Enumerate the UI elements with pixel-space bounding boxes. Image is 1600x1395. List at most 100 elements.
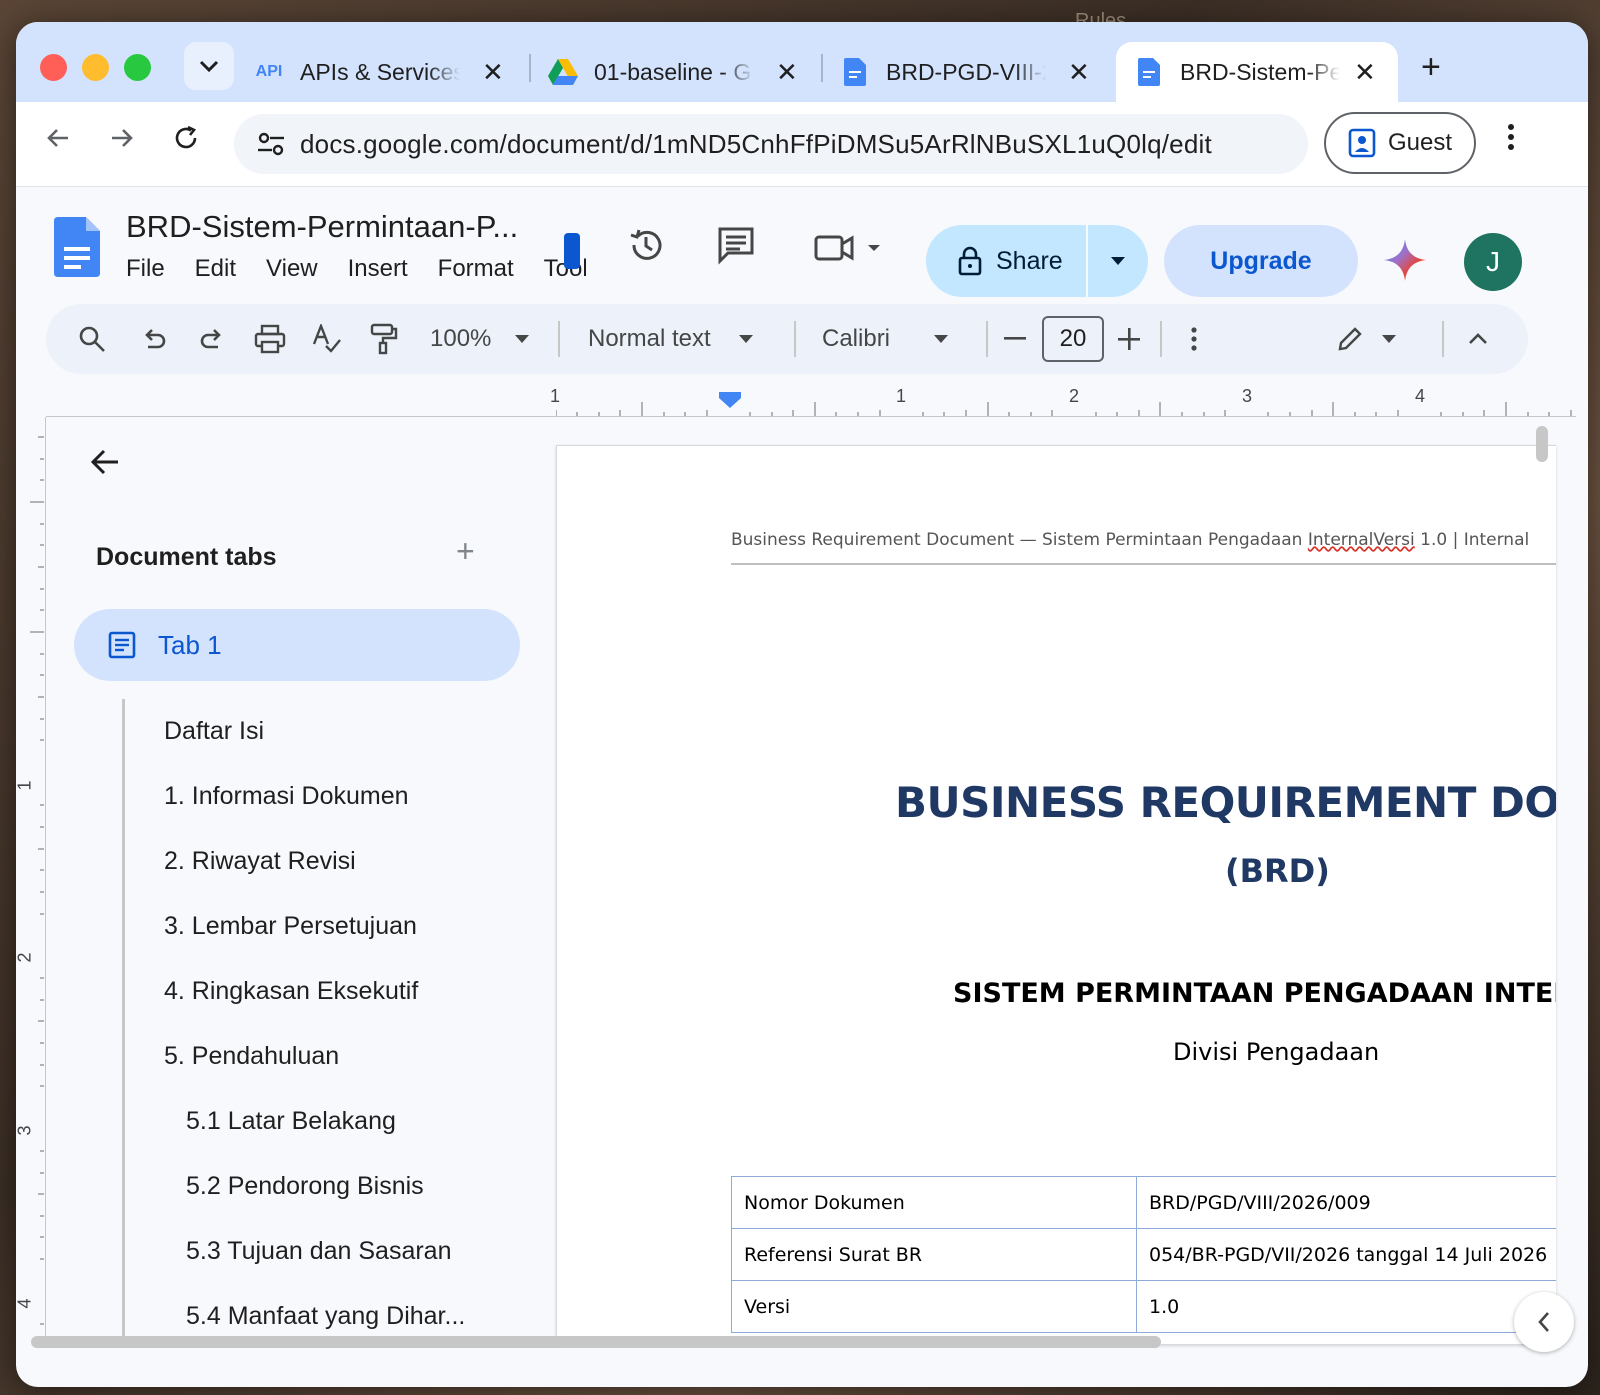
pencil-icon (1338, 327, 1362, 351)
share-button[interactable]: Share (926, 225, 1148, 297)
site-settings-icon[interactable] (242, 131, 300, 157)
font-size-input[interactable]: 20 (1042, 316, 1104, 362)
lock-icon (958, 246, 982, 276)
browser-tab-brd-sistem[interactable]: BRD-Sistem-Pe ✕ (1116, 42, 1398, 102)
caret-down-icon (515, 335, 530, 343)
outline-item[interactable]: 4. Ringkasan Eksekutif (164, 977, 418, 1006)
caret-down-icon (1382, 335, 1396, 343)
document-title[interactable]: BRD-Sistem-Permintaan-P... (126, 209, 546, 245)
print-button[interactable] (254, 304, 286, 374)
account-avatar[interactable]: J (1464, 233, 1522, 291)
decrease-font-size-button[interactable] (1004, 304, 1026, 374)
browser-tab-drive[interactable]: 01-baseline - G ✕ (548, 42, 798, 102)
search-menus-button[interactable] (78, 304, 106, 374)
menu-file[interactable]: File (126, 255, 165, 283)
document-info-table: Nomor Dokumen BRD/PGD/VIII/2026/009 Refe… (731, 1176, 1556, 1333)
google-docs-icon (840, 57, 870, 87)
menu-insert[interactable]: Insert (348, 255, 408, 283)
ruler-number: 2 (1069, 386, 1080, 406)
close-tab-icon[interactable]: ✕ (1354, 57, 1376, 88)
tab-search-button[interactable] (184, 42, 234, 90)
close-window-button[interactable] (40, 54, 67, 81)
maximize-window-button[interactable] (124, 54, 151, 81)
font-select[interactable]: Calibri (822, 304, 949, 374)
share-label: Share (996, 246, 1063, 275)
ruler-number: 1 (16, 780, 35, 791)
vertical-ruler[interactable]: 1 2 3 4 (16, 417, 46, 1337)
meet-icon[interactable] (564, 233, 580, 269)
menu-format[interactable]: Format (438, 255, 514, 283)
font-value: Calibri (822, 325, 891, 352)
outline-item[interactable]: 5.2 Pendorong Bisnis (186, 1172, 424, 1201)
profile-button[interactable]: Guest (1324, 112, 1476, 174)
close-tab-icon[interactable]: ✕ (776, 57, 798, 88)
hide-menus-button[interactable] (1468, 304, 1488, 374)
header-rule (731, 563, 1556, 565)
sidebar-title: Document tabs (96, 543, 277, 571)
spellcheck-icon (312, 324, 341, 353)
document-tabs-sidebar: Document tabs + Tab 1 Daftar Isi 1. Info… (46, 417, 556, 1339)
more-tools-button[interactable] (1190, 304, 1198, 374)
zoom-select[interactable]: 100% (430, 304, 530, 374)
minimize-window-button[interactable] (82, 54, 109, 81)
editing-mode-button[interactable] (1336, 304, 1396, 374)
document-page[interactable]: Business Requirement Document — Sistem P… (556, 445, 1556, 1345)
gemini-icon[interactable] (1384, 239, 1426, 281)
paragraph-style-select[interactable]: Normal text (588, 304, 753, 374)
redo-button[interactable] (198, 304, 226, 374)
add-tab-button[interactable]: + (456, 533, 475, 570)
close-sidebar-button[interactable] (88, 445, 122, 484)
toolbar-separator (1442, 321, 1444, 357)
upgrade-button[interactable]: Upgrade (1164, 225, 1358, 297)
browser-tab-apis[interactable]: API APIs & Services ✕ (254, 42, 504, 102)
undo-button[interactable] (140, 304, 168, 374)
forward-button[interactable] (108, 124, 136, 160)
close-tab-icon[interactable]: ✕ (482, 57, 504, 88)
outline-item[interactable]: 5.3 Tujuan dan Sasaran (186, 1237, 451, 1266)
tab-title: 01-baseline - G (594, 58, 752, 85)
zoom-value: 100% (430, 325, 492, 352)
menu-view[interactable]: View (266, 255, 318, 283)
google-docs-icon (1134, 57, 1164, 87)
tab-strip: API APIs & Services ✕ 01-baseline - G ✕ … (16, 22, 1588, 102)
version-history-button[interactable] (626, 225, 666, 270)
outline-item[interactable]: 5.1 Latar Belakang (186, 1107, 396, 1136)
address-bar[interactable]: docs.google.com/document/d/1mND5CnhFfPiD… (234, 114, 1308, 174)
paint-format-button[interactable] (370, 304, 398, 374)
share-dropdown[interactable] (1088, 256, 1148, 266)
browser-menu-button[interactable] (1506, 122, 1516, 160)
table-cell: 054/BR-PGD/VII/2026 tanggal 14 Juli 2026 (1136, 1228, 1556, 1281)
system-name: SISTEM PERMINTAAN PENGADAAN INTER (953, 978, 1556, 1009)
spellcheck-button[interactable] (312, 304, 342, 374)
new-tab-button[interactable]: + (1421, 48, 1441, 87)
meet-button[interactable] (814, 233, 890, 268)
reload-button[interactable] (172, 124, 200, 160)
document-tab-1[interactable]: Tab 1 (74, 609, 520, 681)
horizontal-ruler[interactable]: 1 1 2 3 4 (550, 384, 1576, 418)
back-button[interactable] (44, 124, 72, 160)
outline-item[interactable]: 1. Informasi Dokumen (164, 782, 409, 811)
outline-item[interactable]: 2. Riwayat Revisi (164, 847, 356, 876)
outline-item[interactable]: Daftar Isi (164, 717, 264, 746)
comments-button[interactable] (716, 225, 756, 270)
table-row: Nomor Dokumen BRD/PGD/VIII/2026/009 (731, 1176, 1556, 1229)
menu-edit[interactable]: Edit (195, 255, 236, 283)
increase-font-size-button[interactable] (1118, 304, 1140, 374)
division-name: Divisi Pengadaan (1173, 1038, 1380, 1066)
plus-icon (1118, 328, 1140, 350)
horizontal-scrollbar[interactable] (31, 1336, 1161, 1348)
reload-icon (175, 125, 197, 149)
undo-icon (145, 329, 166, 349)
vertical-scrollbar[interactable] (1536, 426, 1548, 462)
caret-down-icon (738, 335, 753, 343)
google-docs-logo-icon[interactable] (54, 217, 100, 277)
browser-tab-brd-pgd[interactable]: BRD-PGD-VIII-2 ✕ (840, 42, 1090, 102)
api-icon: API (255, 63, 283, 80)
outline-item[interactable]: 3. Lembar Persetujuan (164, 912, 417, 941)
close-tab-icon[interactable]: ✕ (1068, 57, 1090, 88)
outline-item[interactable]: 5.4 Manfaat yang Dihar... (186, 1302, 465, 1331)
more-vert-icon (1191, 327, 1197, 351)
outline-item[interactable]: 5. Pendahuluan (164, 1042, 339, 1071)
side-panel-toggle[interactable] (1514, 1292, 1574, 1352)
ruler-number: 3 (16, 1125, 35, 1136)
